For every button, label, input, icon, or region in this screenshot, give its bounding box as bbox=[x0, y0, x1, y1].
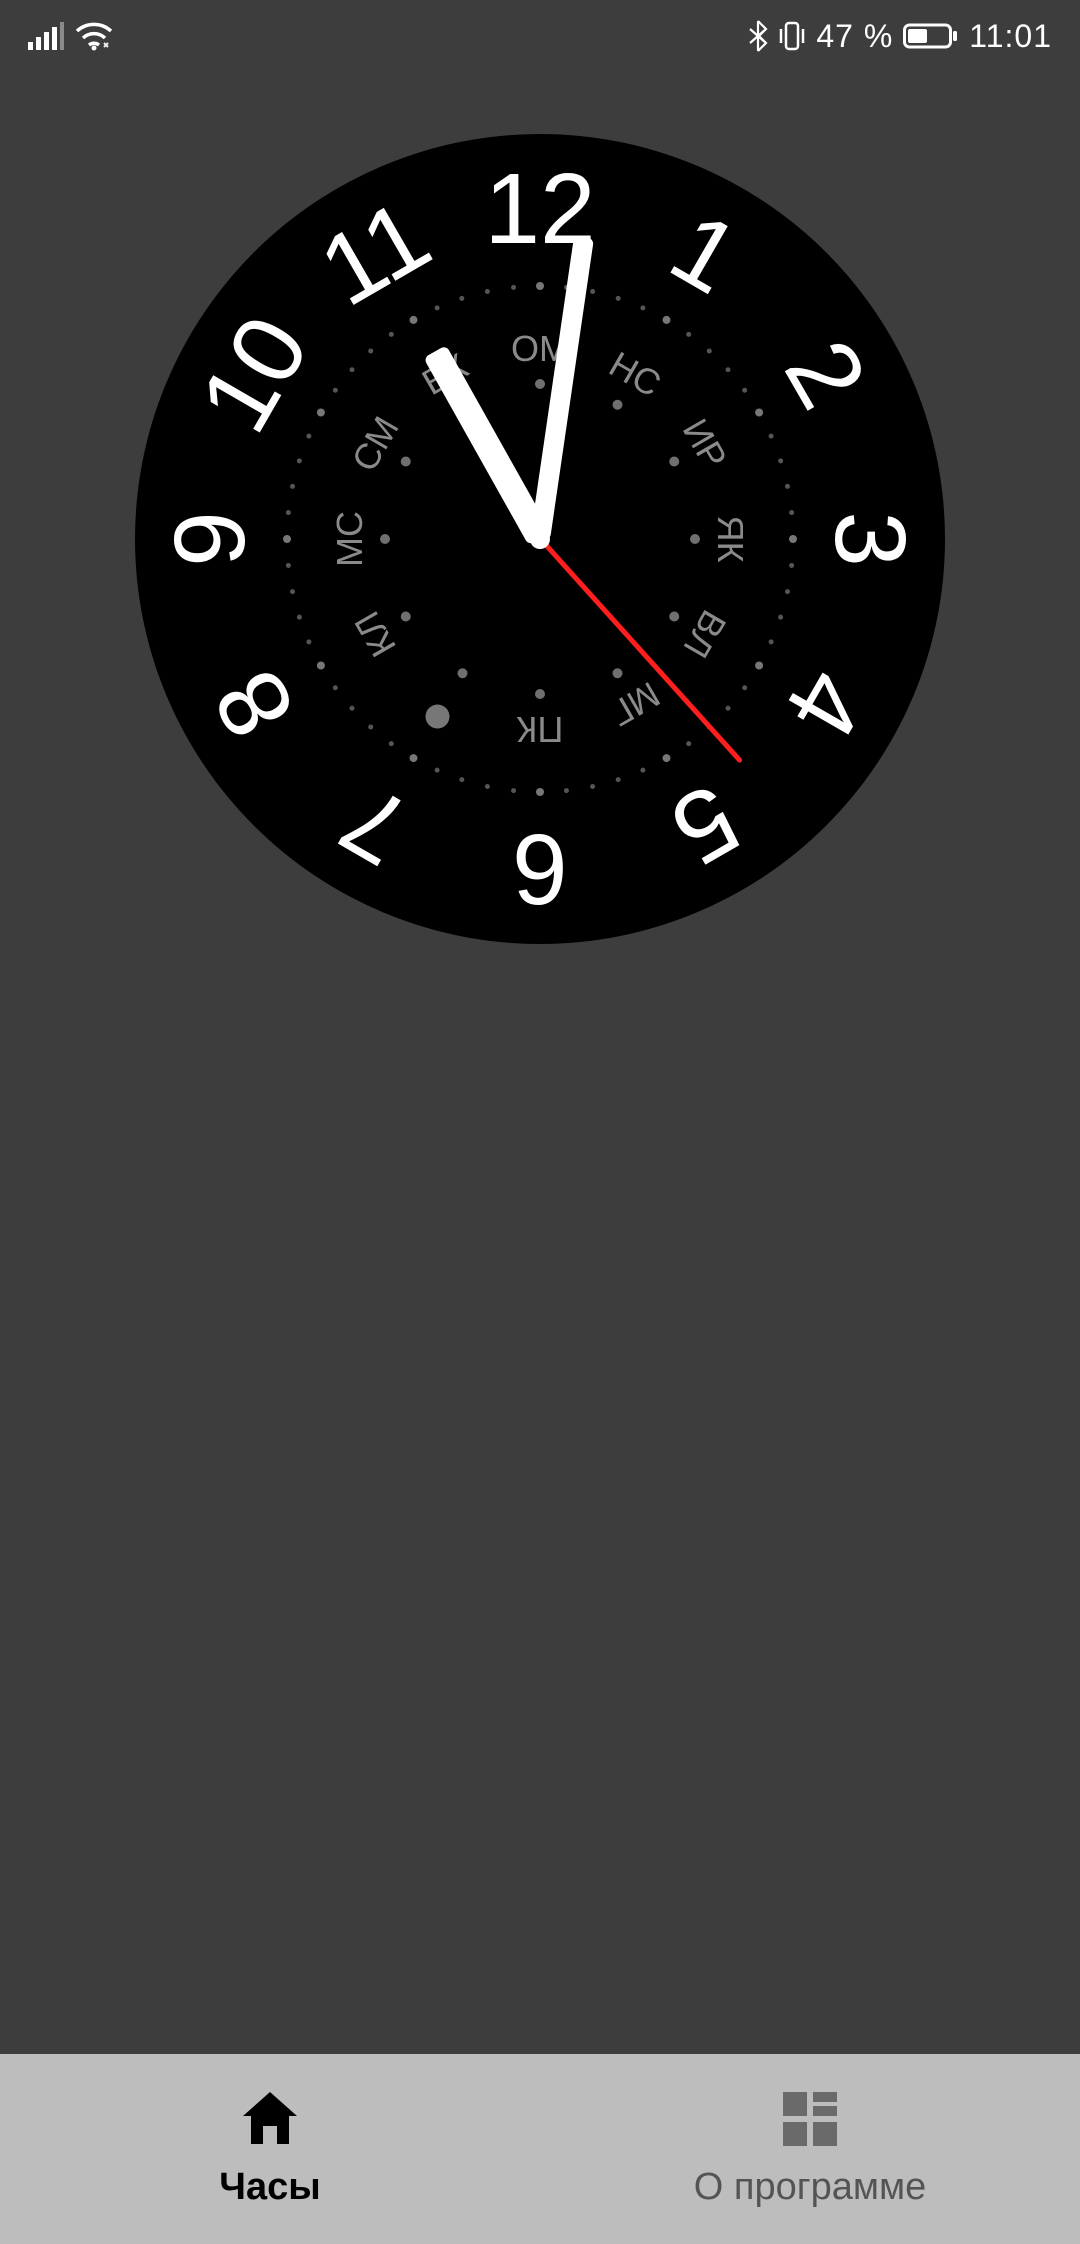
tick bbox=[389, 332, 394, 337]
status-right: 47 % 11:01 bbox=[748, 18, 1052, 55]
tick bbox=[333, 388, 338, 393]
nav-tab-about[interactable]: О программе bbox=[540, 2054, 1080, 2244]
tick bbox=[297, 615, 302, 620]
clock-hub bbox=[530, 529, 550, 549]
tick bbox=[485, 784, 490, 789]
tick bbox=[459, 296, 464, 301]
nav-label: О программе bbox=[694, 2166, 926, 2209]
vibrate-icon bbox=[778, 20, 806, 52]
status-left bbox=[28, 21, 114, 51]
tick bbox=[349, 706, 354, 711]
tick bbox=[333, 685, 338, 690]
tick bbox=[663, 754, 671, 762]
nav-label: Часы bbox=[219, 2166, 320, 2209]
inner-ring-dot bbox=[380, 534, 390, 544]
inner-ring-dot bbox=[613, 668, 623, 678]
tick bbox=[368, 348, 373, 353]
tick bbox=[283, 535, 291, 543]
inner-marker-dot bbox=[426, 705, 450, 729]
inner-ring-dot bbox=[458, 668, 468, 678]
nav-tab-clock[interactable]: Часы bbox=[0, 2054, 540, 2244]
tick bbox=[564, 788, 569, 793]
inner-ring-dot bbox=[535, 379, 545, 389]
tick bbox=[435, 768, 440, 773]
tick bbox=[778, 458, 783, 463]
tick bbox=[485, 289, 490, 294]
clock-numeral: 9 bbox=[160, 511, 260, 567]
wifi-icon bbox=[74, 21, 114, 51]
tick bbox=[707, 348, 712, 353]
battery-icon bbox=[903, 22, 959, 50]
tick bbox=[640, 768, 645, 773]
tick bbox=[755, 409, 763, 417]
tick bbox=[306, 434, 311, 439]
tick bbox=[640, 305, 645, 310]
tick bbox=[536, 282, 544, 290]
tick bbox=[742, 685, 747, 690]
tick bbox=[511, 285, 516, 290]
tick bbox=[590, 784, 595, 789]
tick bbox=[789, 510, 794, 515]
tick bbox=[286, 510, 291, 515]
tick bbox=[297, 458, 302, 463]
tick bbox=[536, 788, 544, 796]
tick bbox=[317, 409, 325, 417]
inner-city-label: ЯК bbox=[712, 516, 748, 563]
tick bbox=[290, 589, 295, 594]
inner-ring-dot bbox=[690, 534, 700, 544]
tick bbox=[290, 484, 295, 489]
signal-icon bbox=[28, 22, 64, 50]
tick bbox=[616, 296, 621, 301]
tick bbox=[686, 332, 691, 337]
tick bbox=[349, 367, 354, 372]
tick bbox=[785, 484, 790, 489]
battery-percent: 47 % bbox=[816, 18, 893, 55]
inner-ring-dot bbox=[401, 457, 411, 467]
inner-ring-dot bbox=[613, 400, 623, 410]
inner-ring-dot bbox=[669, 612, 679, 622]
tick bbox=[511, 788, 516, 793]
tick bbox=[755, 662, 763, 670]
analog-clock[interactable]: 121234567891011 ОМНСИРЯКВЛМГПККЛМССМЕК bbox=[135, 134, 945, 944]
status-bar: 47 % 11:01 bbox=[0, 0, 1080, 72]
grid-icon bbox=[781, 2090, 839, 2148]
tick bbox=[789, 535, 797, 543]
clock-numeral: 6 bbox=[512, 819, 568, 919]
tick bbox=[286, 563, 291, 568]
tick bbox=[769, 639, 774, 644]
inner-ring-dot bbox=[535, 689, 545, 699]
tick bbox=[590, 289, 595, 294]
tick bbox=[726, 706, 731, 711]
inner-ring-dot bbox=[669, 457, 679, 467]
tick bbox=[410, 754, 418, 762]
home-icon bbox=[239, 2090, 301, 2148]
main: 121234567891011 ОМНСИРЯКВЛМГПККЛМССМЕК bbox=[0, 72, 1080, 882]
tick bbox=[410, 316, 418, 324]
tick bbox=[306, 639, 311, 644]
tick bbox=[686, 741, 691, 746]
tick bbox=[389, 741, 394, 746]
inner-ring-dot bbox=[401, 612, 411, 622]
tick bbox=[616, 777, 621, 782]
tick bbox=[726, 367, 731, 372]
clock-numeral: 3 bbox=[820, 511, 920, 567]
tick bbox=[789, 563, 794, 568]
tick bbox=[785, 589, 790, 594]
tick bbox=[778, 615, 783, 620]
tick bbox=[368, 725, 373, 730]
tick bbox=[435, 305, 440, 310]
tick bbox=[459, 777, 464, 782]
inner-city-label: МС bbox=[332, 511, 368, 567]
bottom-nav: Часы О программе bbox=[0, 2054, 1080, 2244]
tick bbox=[317, 662, 325, 670]
bluetooth-icon bbox=[748, 20, 768, 52]
tick bbox=[769, 434, 774, 439]
inner-city-label: ПК bbox=[517, 711, 564, 747]
status-time: 11:01 bbox=[969, 18, 1052, 55]
tick bbox=[742, 388, 747, 393]
tick bbox=[663, 316, 671, 324]
